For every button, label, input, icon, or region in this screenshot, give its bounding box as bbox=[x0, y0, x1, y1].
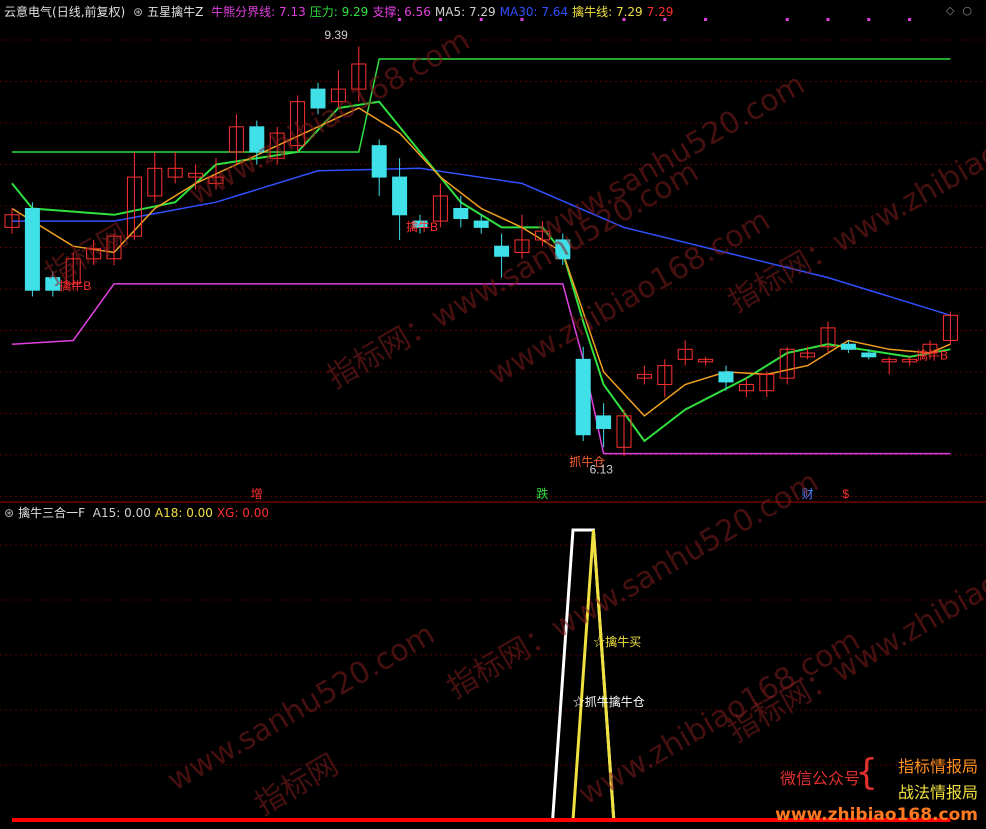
sub-chart-header: ⊛ 擒牛三合一F A15: 0.00 A18: 0.00 XG: 0.00 bbox=[4, 505, 277, 521]
indicator-field: 7.29 bbox=[646, 5, 674, 19]
event-marker: 增 bbox=[251, 487, 263, 501]
candle-body bbox=[371, 145, 387, 178]
sub-annotation: ☆擒牛买 bbox=[593, 634, 641, 649]
indicator-field: XG: 0.00 bbox=[216, 506, 270, 520]
signal-dot bbox=[867, 18, 871, 21]
series-line bbox=[12, 58, 951, 153]
event-marker: 跌 bbox=[536, 486, 548, 501]
indicator-values: 牛熊分界线: 7.13 压力: 9.29 支撑: 6.56 MA5: 7.29 MA30… bbox=[211, 5, 677, 19]
branding: 微信公众号 { 指标情报局 战法情报局 bbox=[780, 753, 978, 803]
window-controls[interactable]: ◇○ bbox=[946, 4, 980, 17]
brace-icon: { bbox=[855, 752, 878, 793]
chart-canvas: 擒牛B擒牛B擒牛B抓牛仓6.139.39增跌财 $☆擒牛买☆抓牛擒牛仓 bbox=[0, 18, 986, 822]
indicator-field: A15: 0.00 bbox=[92, 506, 151, 520]
diamond-icon[interactable]: ◇ bbox=[946, 4, 962, 17]
candle-body bbox=[310, 88, 326, 109]
event-marker: 财 bbox=[802, 487, 814, 501]
candle-body bbox=[24, 208, 40, 291]
brand-line-2: 战法情报局 bbox=[897, 783, 978, 802]
candle-body bbox=[861, 352, 877, 358]
candle-body bbox=[596, 415, 612, 429]
signal-dot bbox=[704, 18, 708, 21]
period-label: (日线,前复权) bbox=[52, 5, 126, 19]
main-chart-header: 云意电气(日线,前复权) ⊛ 五星擒牛Z 牛熊分界线: 7.13 压力: 9.29 支… bbox=[4, 4, 681, 20]
event-marker: $ bbox=[842, 487, 849, 501]
sub-annotation: ☆抓牛擒牛仓 bbox=[573, 694, 645, 709]
signal-dot bbox=[908, 18, 912, 21]
series-line bbox=[11, 283, 951, 455]
candle-body bbox=[494, 245, 510, 257]
candle-body bbox=[718, 371, 734, 383]
settings-icon[interactable]: ⊛ bbox=[133, 5, 143, 19]
indicator-field: 压力: 9.29 bbox=[309, 5, 369, 19]
brand-line-1: 指标情报局 bbox=[897, 757, 978, 776]
candle-body bbox=[453, 208, 469, 220]
indicator-field: A18: 0.00 bbox=[154, 506, 213, 520]
settings-icon[interactable]: ⊛ bbox=[4, 506, 14, 520]
indicator-field: 牛熊分界线: 7.13 bbox=[211, 5, 306, 19]
indicator-name[interactable]: 五星擒牛Z bbox=[147, 5, 203, 19]
candle-body bbox=[840, 343, 856, 350]
stock-name[interactable]: 云意电气 bbox=[4, 5, 52, 19]
sub-indicator-name[interactable]: 擒牛三合一F bbox=[18, 506, 85, 520]
indicator-field: 支撑: 6.56 bbox=[372, 5, 431, 19]
chart-annotation: 擒牛B bbox=[59, 278, 91, 293]
chart-annotation: 擒牛B bbox=[916, 347, 948, 362]
sub-series-line bbox=[571, 529, 616, 821]
sub-indicator-values: A15: 0.00 A18: 0.00 XG: 0.00 bbox=[93, 506, 273, 520]
indicator-field: 擒牛线: 7.29 bbox=[572, 5, 643, 19]
signal-dot bbox=[826, 18, 830, 21]
signal-dot bbox=[785, 18, 789, 21]
series-line bbox=[12, 167, 951, 317]
candle-body bbox=[249, 126, 265, 153]
chart-annotation: 6.13 bbox=[590, 463, 614, 477]
candle-body bbox=[575, 358, 591, 436]
indicator-field: MA5: 7.29 bbox=[434, 5, 496, 19]
candle-body bbox=[45, 277, 61, 291]
candle-body bbox=[555, 239, 571, 260]
chart-annotation: 擒牛B bbox=[406, 219, 438, 234]
wechat-label: 微信公众号 bbox=[779, 769, 860, 788]
candle-body bbox=[473, 220, 489, 228]
series-line bbox=[11, 107, 951, 417]
indicator-field: MA30: 7.64 bbox=[499, 5, 569, 19]
site-url: www.zhibiao168.com bbox=[775, 805, 978, 825]
candle-body bbox=[392, 176, 408, 216]
chart-annotation: 9.39 bbox=[324, 28, 348, 42]
circle-icon[interactable]: ○ bbox=[962, 4, 980, 17]
